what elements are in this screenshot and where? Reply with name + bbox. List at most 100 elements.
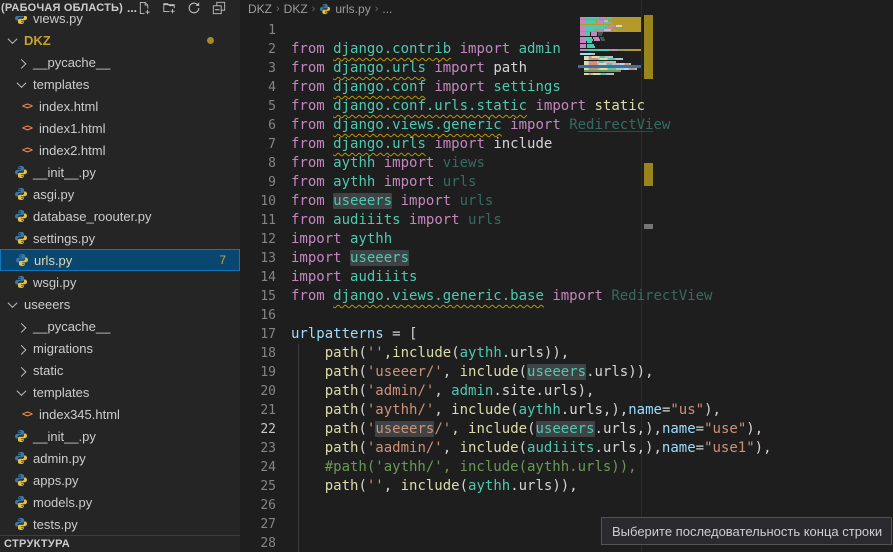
line-number[interactable]: 18	[240, 344, 291, 363]
code-line-16[interactable]: 16	[240, 306, 893, 325]
tree-item-templates[interactable]: templates	[0, 73, 240, 95]
code-text: import aythh	[291, 230, 392, 249]
vscode-window: (РАБОЧАЯ ОБЛАСТЬ) ... views.pyDKZ__pycac…	[0, 0, 893, 552]
line-number[interactable]: 15	[240, 287, 291, 306]
line-number[interactable]: 11	[240, 211, 291, 230]
code-line-15[interactable]: 15from django.views.generic.base import …	[240, 287, 893, 306]
code-line-24[interactable]: 24 #path('aythh/', include(aythh.urls)),	[240, 458, 893, 477]
line-number[interactable]: 24	[240, 458, 291, 477]
tree-item-settings.py[interactable]: settings.py	[0, 227, 240, 249]
breadcrumb-item[interactable]: DKZ	[248, 2, 272, 16]
line-number[interactable]: 28	[240, 534, 291, 552]
code-line-7[interactable]: 7from django.urls import include	[240, 135, 893, 154]
minimap-code	[618, 49, 630, 51]
tree-item-index345.html[interactable]: <>index345.html	[0, 403, 240, 425]
breadcrumb-separator: ›	[312, 3, 316, 15]
tree-item-models.py[interactable]: models.py	[0, 491, 240, 513]
line-number[interactable]: 10	[240, 192, 291, 211]
python-file-icon	[13, 472, 29, 488]
line-number[interactable]: 22	[240, 420, 291, 439]
code-line-19[interactable]: 19 path('useeer/', include(useeers.urls)…	[240, 363, 893, 382]
code-line-10[interactable]: 10from useeers import urls	[240, 192, 893, 211]
code-line-8[interactable]: 8from aythh import views	[240, 154, 893, 173]
new-folder-icon[interactable]	[162, 1, 176, 15]
line-number[interactable]: 20	[240, 382, 291, 401]
tree-item-__pycache__[interactable]: __pycache__	[0, 51, 240, 73]
code-text: path('aythh/', include(aythh.urls,),name…	[291, 401, 721, 420]
line-number[interactable]: 17	[240, 325, 291, 344]
code-line-4[interactable]: 4from django.conf import settings	[240, 78, 893, 97]
more-actions-button[interactable]: ...	[127, 4, 137, 12]
line-number[interactable]: 21	[240, 401, 291, 420]
code-line-11[interactable]: 11from audiiits import urls	[240, 211, 893, 230]
editor-pane[interactable]: DKZ›DKZ›urls.py›... 12from django.contri…	[240, 0, 893, 552]
python-file-icon	[13, 274, 29, 290]
code-line-18[interactable]: 18 path('',include(aythh.urls)),	[240, 344, 893, 363]
line-number[interactable]: 19	[240, 363, 291, 382]
code-line-5[interactable]: 5from django.conf.urls.static import sta…	[240, 97, 893, 116]
tree-item-index2.html[interactable]: <>index2.html	[0, 139, 240, 161]
tree-item-wsgi.py[interactable]: wsgi.py	[0, 271, 240, 293]
line-number[interactable]: 6	[240, 116, 291, 135]
line-number[interactable]: 9	[240, 173, 291, 192]
line-number[interactable]: 12	[240, 230, 291, 249]
tree-item-DKZ[interactable]: DKZ	[0, 29, 240, 51]
line-number[interactable]: 8	[240, 154, 291, 173]
collapse-all-icon[interactable]	[212, 1, 226, 15]
line-number[interactable]: 14	[240, 268, 291, 287]
line-number[interactable]: 1	[240, 21, 291, 40]
code-line-20[interactable]: 20 path('admin/', admin.site.urls),	[240, 382, 893, 401]
tree-item-apps.py[interactable]: apps.py	[0, 469, 240, 491]
html-file-icon: <>	[19, 120, 35, 136]
code-line-26[interactable]: 26	[240, 496, 893, 515]
code-line-23[interactable]: 23 path('aadmin/', include(audiiits.urls…	[240, 439, 893, 458]
line-number[interactable]: 13	[240, 249, 291, 268]
code-line-9[interactable]: 9from aythh import urls	[240, 173, 893, 192]
line-number[interactable]: 7	[240, 135, 291, 154]
tree-item-admin.py[interactable]: admin.py	[0, 447, 240, 469]
minimap-code	[606, 73, 614, 75]
line-number[interactable]: 23	[240, 439, 291, 458]
code-line-21[interactable]: 21 path('aythh/', include(aythh.urls,),n…	[240, 401, 893, 420]
outline-section-header[interactable]: СТРУКТУРА	[0, 535, 240, 552]
line-number[interactable]: 3	[240, 59, 291, 78]
tree-item-index.html[interactable]: <>index.html	[0, 95, 240, 117]
python-file-icon	[13, 230, 29, 246]
new-file-icon[interactable]	[137, 1, 151, 15]
tree-item-urls.py[interactable]: urls.py7	[0, 249, 240, 271]
refresh-icon[interactable]	[187, 1, 201, 15]
code-line-12[interactable]: 12import aythh	[240, 230, 893, 249]
tree-item-templates[interactable]: templates	[0, 381, 240, 403]
tree-item-__init__.py[interactable]: __init__.py	[0, 161, 240, 183]
code-line-14[interactable]: 14import audiiits	[240, 268, 893, 287]
breadcrumb: DKZ›DKZ›urls.py›...	[240, 0, 893, 17]
code-line-6[interactable]: 6from django.views.generic import Redire…	[240, 116, 893, 135]
tree-item-index1.html[interactable]: <>index1.html	[0, 117, 240, 139]
code-line-2[interactable]: 2from django.contrib import admin	[240, 40, 893, 59]
breadcrumb-item[interactable]: urls.py	[335, 2, 370, 16]
code-line-3[interactable]: 3from django.urls import path	[240, 59, 893, 78]
tree-item-migrations[interactable]: migrations	[0, 337, 240, 359]
line-number[interactable]: 5	[240, 97, 291, 116]
tree-item-database_roouter.py[interactable]: database_roouter.py	[0, 205, 240, 227]
code-line-22[interactable]: 22 path('useeers/', include(useeers.urls…	[240, 420, 893, 439]
minimap[interactable]	[578, 0, 653, 552]
tree-item-__init__.py[interactable]: __init__.py	[0, 425, 240, 447]
code-line-25[interactable]: 25 path('', include(aythh.urls)),	[240, 477, 893, 496]
code-line-13[interactable]: 13import useeers	[240, 249, 893, 268]
tree-item-__pycache__[interactable]: __pycache__	[0, 315, 240, 337]
tree-item-static[interactable]: static	[0, 359, 240, 381]
line-number[interactable]: 4	[240, 78, 291, 97]
line-number[interactable]: 16	[240, 306, 291, 325]
line-number[interactable]: 26	[240, 496, 291, 515]
line-number[interactable]: 2	[240, 40, 291, 59]
line-number[interactable]: 25	[240, 477, 291, 496]
breadcrumb-item[interactable]: DKZ	[284, 2, 308, 16]
code-line-1[interactable]: 1	[240, 21, 893, 40]
tree-item-tests.py[interactable]: tests.py	[0, 513, 240, 535]
breadcrumb-item[interactable]: ...	[382, 2, 392, 16]
tree-item-useeers[interactable]: useeers	[0, 293, 240, 315]
tree-item-asgi.py[interactable]: asgi.py	[0, 183, 240, 205]
line-number[interactable]: 27	[240, 515, 291, 534]
code-line-17[interactable]: 17urlpatterns = [	[240, 325, 893, 344]
